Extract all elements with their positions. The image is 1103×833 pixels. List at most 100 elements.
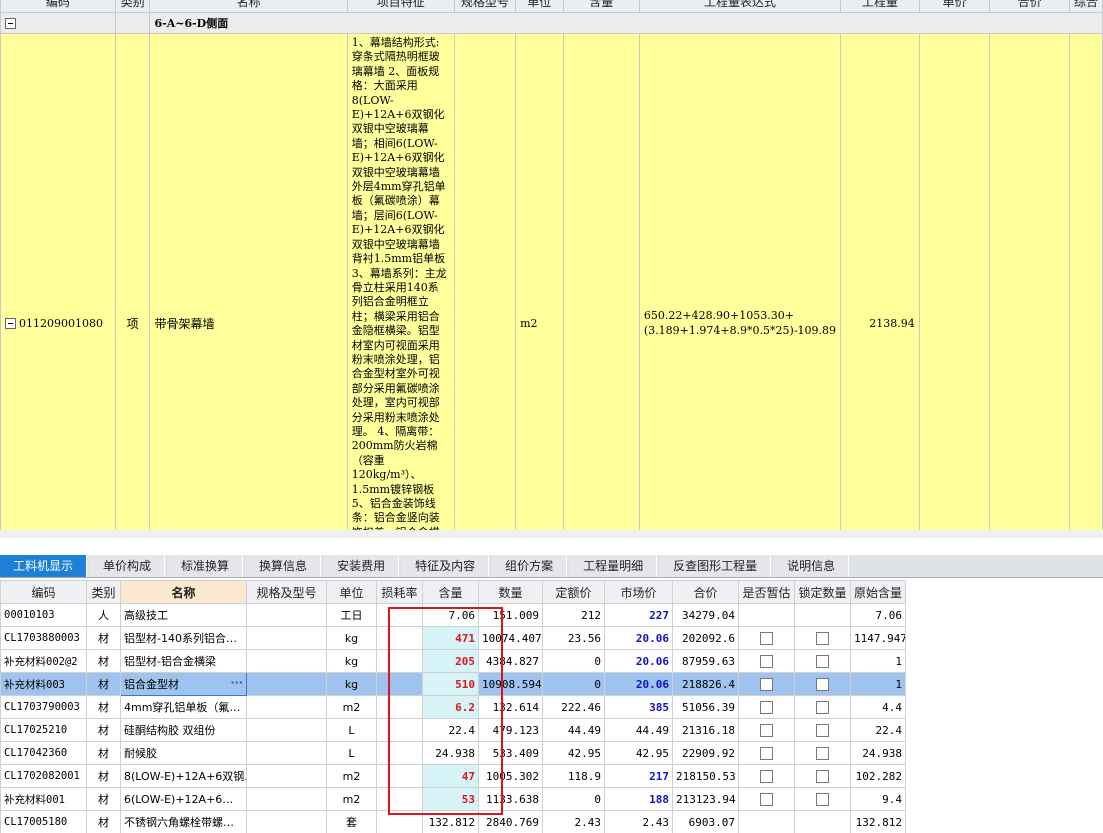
- estimate-checkbox[interactable]: [760, 700, 773, 714]
- more-icon[interactable]: ···: [230, 676, 243, 689]
- material-name[interactable]: 铝合金型材 ···: [120, 672, 247, 696]
- estimate-checkbox[interactable]: [760, 677, 773, 691]
- material-name[interactable]: 8(LOW-E)+12A+6双钢…: [120, 764, 247, 788]
- bill-item-row[interactable]: 011209001080 项带骨架幕墙 1、幕墙结构形式:穿条式隔热明框玻璃幕墙 2…: [0, 32, 1103, 530]
- tab-9[interactable]: 说明信息: [774, 555, 850, 577]
- lock-cell[interactable]: [794, 810, 851, 833]
- material-name[interactable]: 耐候胶: [120, 741, 247, 765]
- estimate-checkbox[interactable]: [760, 792, 773, 806]
- item-unit[interactable]: m2: [515, 32, 564, 530]
- tab-7[interactable]: 工程量明细: [570, 555, 658, 577]
- spec-cell[interactable]: [246, 672, 327, 696]
- lock-cell[interactable]: [794, 649, 851, 673]
- estimate-cell[interactable]: [738, 764, 795, 788]
- column-header[interactable]: 编码: [0, 0, 116, 13]
- material-code[interactable]: 补充材料002@2: [0, 649, 87, 673]
- market-price[interactable]: 188: [604, 787, 673, 811]
- column-header[interactable]: 类别: [86, 580, 121, 604]
- material-code[interactable]: CL17042360: [0, 741, 87, 765]
- lock-checkbox[interactable]: [816, 631, 829, 645]
- column-header[interactable]: 单位: [326, 580, 377, 604]
- lock-checkbox[interactable]: [816, 700, 829, 714]
- column-header[interactable]: 数量: [478, 580, 543, 604]
- spec-cell[interactable]: [246, 626, 327, 650]
- column-header[interactable]: 工程量: [840, 0, 920, 13]
- column-header[interactable]: 合价: [989, 0, 1070, 13]
- item-quantity[interactable]: 2138.94: [840, 32, 920, 530]
- spec-cell[interactable]: [246, 764, 327, 788]
- column-header[interactable]: 编码: [0, 580, 87, 604]
- estimate-cell[interactable]: [738, 741, 795, 765]
- material-code[interactable]: 00010103: [0, 603, 87, 627]
- spec-cell[interactable]: [246, 603, 327, 627]
- spec-cell[interactable]: [246, 695, 327, 719]
- tab-5[interactable]: 特征及内容: [402, 555, 490, 577]
- column-header[interactable]: 名称: [120, 580, 247, 604]
- estimate-cell[interactable]: [738, 649, 795, 673]
- collapse-icon[interactable]: [5, 18, 16, 29]
- lock-checkbox[interactable]: [816, 769, 829, 783]
- item-expression[interactable]: 650.22+428.90+1053.30+(3.189+1.974+8.9*0…: [638, 32, 842, 530]
- lock-cell[interactable]: [794, 764, 851, 788]
- estimate-cell[interactable]: [738, 695, 795, 719]
- item-description[interactable]: 1、幕墙结构形式:穿条式隔热明框玻璃幕墙 2、面板规格：大面采用8(LOW-E)…: [346, 32, 455, 530]
- estimate-cell[interactable]: [738, 718, 795, 742]
- tab-2[interactable]: 标准换算: [168, 555, 244, 577]
- tab-6[interactable]: 组价方案: [492, 555, 568, 577]
- estimate-checkbox[interactable]: [760, 654, 773, 668]
- content-cell[interactable]: [562, 32, 640, 530]
- column-header[interactable]: 合价: [672, 580, 739, 604]
- material-code[interactable]: CL1703790003: [0, 695, 87, 719]
- estimate-cell[interactable]: [738, 603, 795, 627]
- item-name[interactable]: 带骨架幕墙: [149, 32, 348, 530]
- market-price[interactable]: 20.06: [604, 672, 673, 696]
- market-price[interactable]: 217: [604, 764, 673, 788]
- material-code[interactable]: CL17005180: [0, 810, 87, 833]
- lock-cell[interactable]: [794, 603, 851, 627]
- material-code[interactable]: 补充材料003: [0, 672, 87, 696]
- lock-cell[interactable]: [794, 672, 851, 696]
- material-name[interactable]: 硅酮结构胶 双组份: [120, 718, 247, 742]
- column-header[interactable]: 名称: [149, 0, 348, 13]
- market-price[interactable]: 42.95: [604, 741, 673, 765]
- lock-checkbox[interactable]: [816, 677, 829, 691]
- material-name[interactable]: 4mm穿孔铝单板（氟…: [120, 695, 247, 719]
- material-name[interactable]: 铝型材-铝合金横梁: [120, 649, 247, 673]
- column-header[interactable]: 市场价: [604, 580, 673, 604]
- lock-checkbox[interactable]: [816, 723, 829, 737]
- material-code[interactable]: CL1703880003: [0, 626, 87, 650]
- spec-cell[interactable]: [246, 718, 327, 742]
- market-price[interactable]: 20.06: [604, 626, 673, 650]
- collapse-icon[interactable]: [5, 318, 16, 330]
- column-header[interactable]: 规格及型号: [246, 580, 327, 604]
- market-price[interactable]: 227: [604, 603, 673, 627]
- tab-8[interactable]: 反查图形工程量: [660, 555, 772, 577]
- lock-cell[interactable]: [794, 695, 851, 719]
- column-header[interactable]: 规格型号: [453, 0, 517, 13]
- lock-cell[interactable]: [794, 787, 851, 811]
- tab-1[interactable]: 单价构成: [90, 555, 166, 577]
- column-header[interactable]: 是否暂估: [738, 580, 795, 604]
- material-code[interactable]: 补充材料001: [0, 787, 87, 811]
- material-name[interactable]: 铝型材-140系列铝合…: [120, 626, 247, 650]
- section-toggle-cell[interactable]: [0, 12, 116, 34]
- column-header[interactable]: 综合: [1068, 0, 1103, 13]
- market-price[interactable]: 2.43: [604, 810, 673, 833]
- market-price[interactable]: 20.06: [604, 649, 673, 673]
- material-name[interactable]: 6(LOW-E)+12A+6…: [120, 787, 247, 811]
- column-header[interactable]: 锁定数量: [794, 580, 851, 604]
- estimate-cell[interactable]: [738, 672, 795, 696]
- column-header[interactable]: 项目特征: [346, 0, 455, 13]
- tab-0[interactable]: 工料机显示: [0, 555, 88, 577]
- market-price[interactable]: 44.49: [604, 718, 673, 742]
- spec-cell[interactable]: [246, 741, 327, 765]
- column-header[interactable]: 工程量表达式: [638, 0, 842, 13]
- lock-checkbox[interactable]: [816, 792, 829, 806]
- lock-cell[interactable]: [794, 626, 851, 650]
- column-header[interactable]: 含量: [422, 580, 479, 604]
- market-price[interactable]: 385: [604, 695, 673, 719]
- material-name[interactable]: 高级技工: [120, 603, 247, 627]
- spec-cell[interactable]: [453, 32, 517, 530]
- column-header[interactable]: 类别: [114, 0, 151, 13]
- column-header[interactable]: 单价: [918, 0, 991, 13]
